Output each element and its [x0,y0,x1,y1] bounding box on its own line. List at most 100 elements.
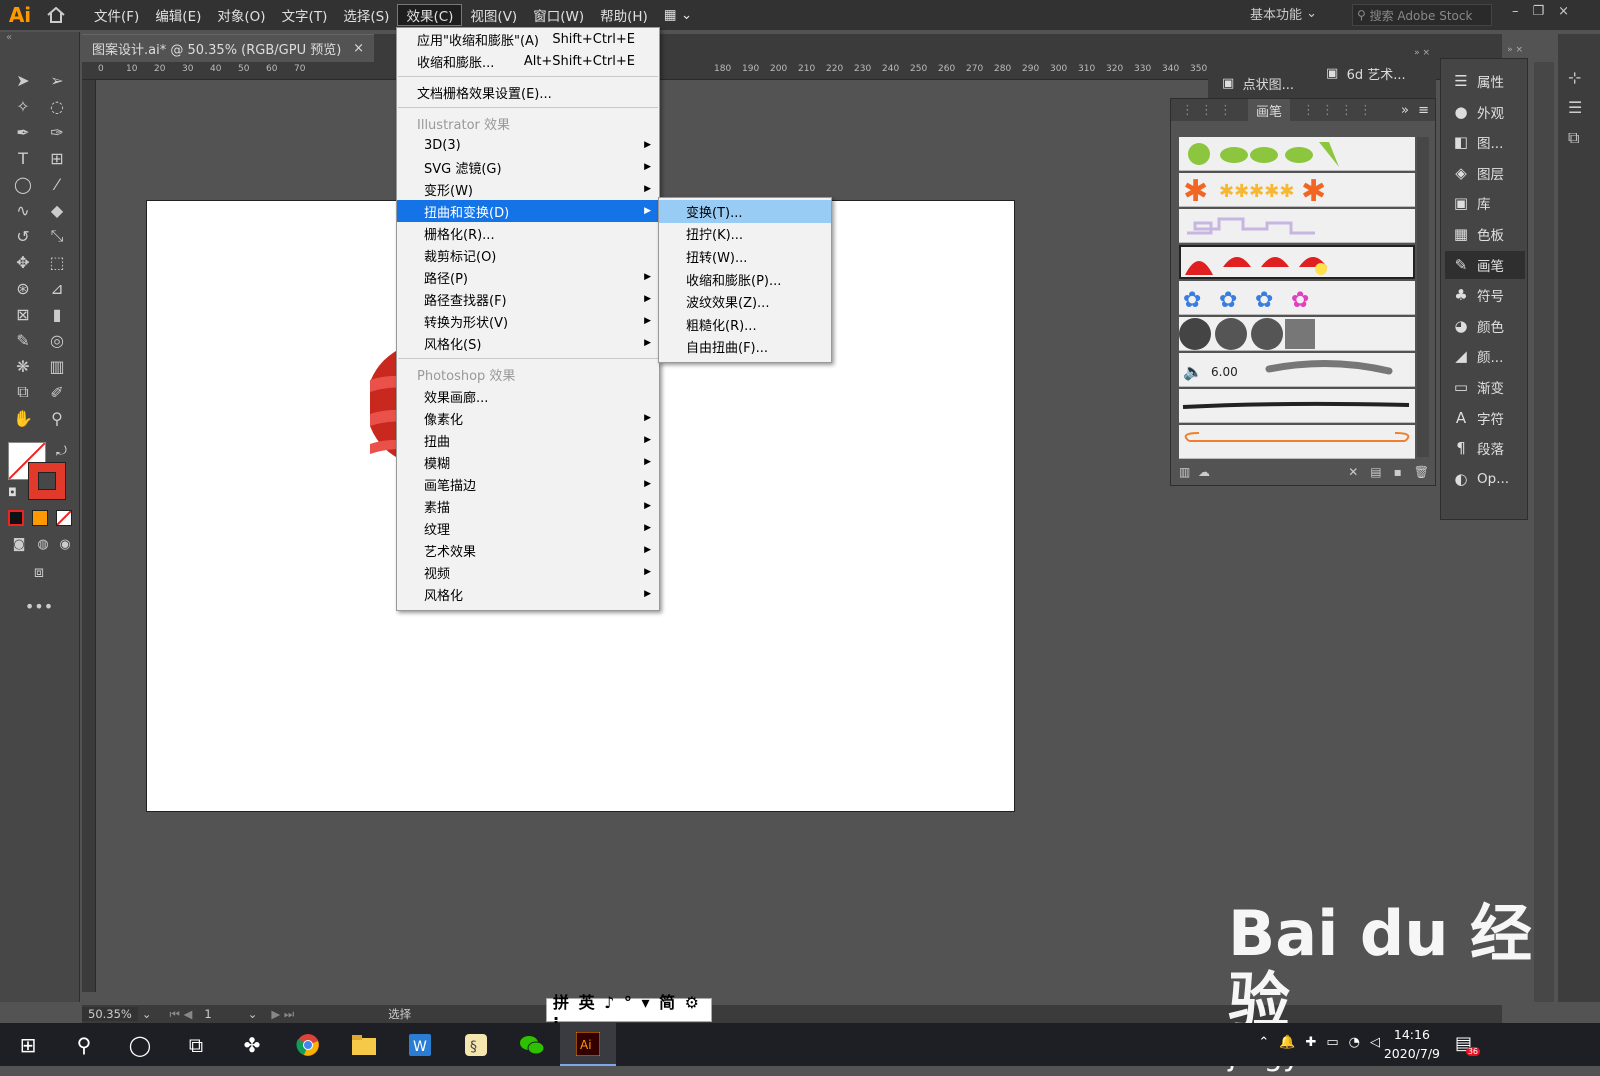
dots-brush-tab[interactable]: ▣ 点状图... [1222,74,1294,93]
wechat-icon[interactable] [504,1023,560,1066]
dock-item-color-guide[interactable]: ◢ 颜... [1445,342,1525,370]
pathfinder-icon[interactable]: ⧉ [1568,128,1579,148]
paintbrush-icon[interactable]: ⁄ [42,172,72,196]
home-icon[interactable] [40,0,72,30]
last-effect-item[interactable]: 收缩和膨胀... Alt+Shift+Ctrl+E [397,50,659,72]
photoshop-effect-item[interactable]: 艺术效果 ▶ [397,539,659,561]
dock-item-layers[interactable]: ◈ 图层 [1445,159,1525,187]
notes-app-icon[interactable]: § [448,1023,504,1066]
libraries-panel-icon[interactable]: ☁ [1198,465,1210,479]
dock-item-brush[interactable]: ✎ 画笔 [1445,250,1525,279]
free-transform-icon[interactable]: ⬚ [42,250,72,274]
collapse-icon[interactable]: « [0,32,79,46]
menu-effect[interactable]: 效果(C) [397,4,463,26]
photoshop-effect-item[interactable]: 扭曲 ▶ [397,429,659,451]
brush-library-icon[interactable]: ▥ [1179,465,1198,479]
brush-flower-swatch[interactable]: ✱ ✱✱✱✱✱ ✱ [1179,173,1415,207]
brush-calligraphic-swatch[interactable]: 🔈 6.00 [1179,353,1415,387]
default-colors-icon[interactable]: ◘ [8,486,17,499]
remove-stroke-icon[interactable]: ✕ [1348,465,1370,479]
illustrator-effect-item[interactable]: 栅格化(R)... [397,222,659,244]
pen-tool-icon[interactable]: ✒ [8,120,38,144]
apply-last-effect-item[interactable]: 应用"收缩和膨胀"(A) Shift+Ctrl+E [397,28,659,50]
panel-menu-icon[interactable]: ≡ [1418,103,1429,118]
distort-submenu-item[interactable]: 扭转(W)... [659,245,831,268]
illustrator-effect-item[interactable]: 扭曲和变换(D) ▶ [397,200,659,222]
ime-toolbar[interactable]: 拼 英 ♪ ° ▾ 简 ⚙ ⁝ [546,993,712,1032]
lasso-icon[interactable]: ◌ [42,94,72,118]
illustrator-effect-item[interactable]: 变形(W) ▶ [397,178,659,200]
ellipse-tool-icon[interactable]: ◯ [8,172,38,196]
align-icon[interactable]: ☰ [1568,98,1582,117]
zoom-tool-icon[interactable]: ⚲ [42,406,72,430]
grid-tool-icon[interactable]: ⊞ [42,146,72,170]
illustrator-effect-item[interactable]: 路径(P) ▶ [397,266,659,288]
none-mode-icon[interactable] [56,510,72,526]
art-brush-tab[interactable]: ▣ 6d 艺术... [1326,64,1406,83]
more-tools-icon[interactable]: ••• [24,594,54,618]
shape-builder-icon[interactable]: ⊛ [8,276,38,300]
brushes-tab[interactable]: 画笔 [1248,98,1291,122]
photoshop-effect-item[interactable]: 视频 ▶ [397,561,659,583]
tray-icons[interactable]: ⌃🔔✚▭◔◁ [1258,1035,1390,1050]
hand-tool-icon[interactable]: ✋ [8,406,38,430]
distort-submenu-item[interactable]: 粗糙化(R)... [659,313,831,336]
brush-fan-swatch-selected[interactable] [1179,245,1415,279]
dock-item-gradient[interactable]: ▭ 渐变 [1445,373,1525,401]
first-artboard-icon[interactable]: ⏮ ◀ [170,1007,193,1022]
menu-view[interactable]: 视图(V) [462,4,525,26]
menu-object[interactable]: 对象(O) [209,4,273,26]
fan-app-icon[interactable]: ✤ [224,1023,280,1066]
dock-item-graphic-styles[interactable]: ◧ 图... [1445,128,1525,156]
eraser-icon[interactable]: ◆ [42,198,72,222]
raster-settings-item[interactable]: 文档栅格效果设置(E)... [397,81,659,103]
menu-type[interactable]: 文字(T) [274,4,336,26]
dock-item-opacity[interactable]: ◐ Op... [1445,465,1525,493]
dock-close-icon[interactable]: » × [1441,45,1529,55]
swap-colors-icon[interactable]: ⤾ [56,444,67,459]
dock-item-libraries[interactable]: ▣ 库 [1445,189,1525,217]
window-controls[interactable]: –❐× [1512,4,1583,19]
brush-pattern-swatch[interactable] [1179,209,1415,243]
brush-options-icon[interactable]: ▤ [1370,465,1393,479]
mesh-tool-icon[interactable]: ⊠ [8,302,38,326]
photoshop-effect-item[interactable]: 素描 ▶ [397,495,659,517]
search-icon[interactable]: ⚲ [56,1023,112,1066]
chrome-icon[interactable] [280,1023,336,1066]
eyedropper-icon[interactable]: ✎ [8,328,38,352]
distort-submenu-item[interactable]: 变换(T)... [659,200,831,223]
distort-submenu-item[interactable]: 扭拧(K)... [659,223,831,246]
document-tab[interactable]: 图案设计.ai* @ 50.35% (RGB/GPU 预览) × [82,34,374,62]
illustrator-taskbar-icon[interactable]: Ai [560,1023,616,1066]
workspace-switcher[interactable]: 基本功能 ⌄ [1250,4,1317,23]
dock-item-paragraph[interactable]: ¶ 段落 [1445,434,1525,462]
photoshop-effect-item[interactable]: 纹理 ▶ [397,517,659,539]
distort-submenu-item[interactable]: 自由扭曲(F)... [659,336,831,359]
graph-tool-icon[interactable]: ▥ [42,354,72,378]
gradient-mode-icon[interactable] [32,510,48,526]
word-icon[interactable]: W [392,1023,448,1066]
arrange-documents-icon[interactable]: ▦ ⌄ [656,4,700,26]
type-tool-icon[interactable]: T [8,146,38,170]
selection-tool-icon[interactable]: ➤ [8,68,38,92]
curvature-tool-icon[interactable]: ✑ [42,120,72,144]
menu-window[interactable]: 窗口(W) [525,4,592,26]
transform-icon[interactable]: ⊹ [1568,68,1581,87]
brush-blue-flower-swatch[interactable]: ✿ ✿ ✿ ✿ [1179,281,1415,315]
photoshop-effect-item[interactable]: 风格化 ▶ [397,583,659,605]
new-brush-icon[interactable]: ▪ [1394,465,1414,479]
illustrator-effect-item[interactable]: 3D(3) ▶ [397,134,659,156]
magic-wand-icon[interactable]: ✧ [8,94,38,118]
artboard-number[interactable]: 1 [204,1007,211,1021]
photoshop-effect-item[interactable]: 模糊 ▶ [397,451,659,473]
close-tab-icon[interactable]: × [353,41,364,56]
task-view-icon[interactable]: ⧉ [168,1023,224,1066]
dock-item-character[interactable]: A 字符 [1445,404,1525,432]
brush-texture-swatch[interactable] [1179,317,1415,351]
photoshop-effect-item[interactable]: 效果画廊... [397,385,659,407]
brush-scrollbar[interactable] [1417,137,1429,457]
next-artboard-icon[interactable]: ▶ ⏭ [271,1007,294,1022]
menu-edit[interactable]: 编辑(E) [147,4,209,26]
photoshop-effect-item[interactable]: 画笔描边 ▶ [397,473,659,495]
start-icon[interactable]: ⊞ [0,1023,56,1066]
